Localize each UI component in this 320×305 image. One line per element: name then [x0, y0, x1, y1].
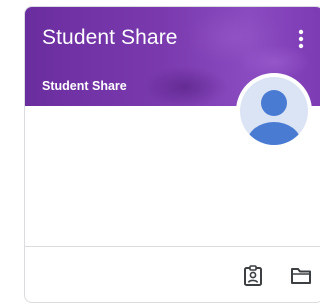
assignment-ind-icon [244, 265, 262, 286]
class-card[interactable]: Student Share Student Share [24, 6, 320, 303]
folder-icon [291, 268, 311, 284]
more-options-button[interactable] [291, 25, 311, 53]
teacher-avatar [236, 73, 312, 149]
more-vert-icon [298, 29, 304, 49]
class-subtitle: Student Share [42, 79, 127, 93]
open-folder-button[interactable] [289, 264, 313, 288]
class-title[interactable]: Student Share [42, 26, 178, 50]
card-divider [25, 246, 320, 247]
gradebook-button[interactable] [241, 264, 265, 288]
person-avatar-icon [247, 90, 301, 145]
